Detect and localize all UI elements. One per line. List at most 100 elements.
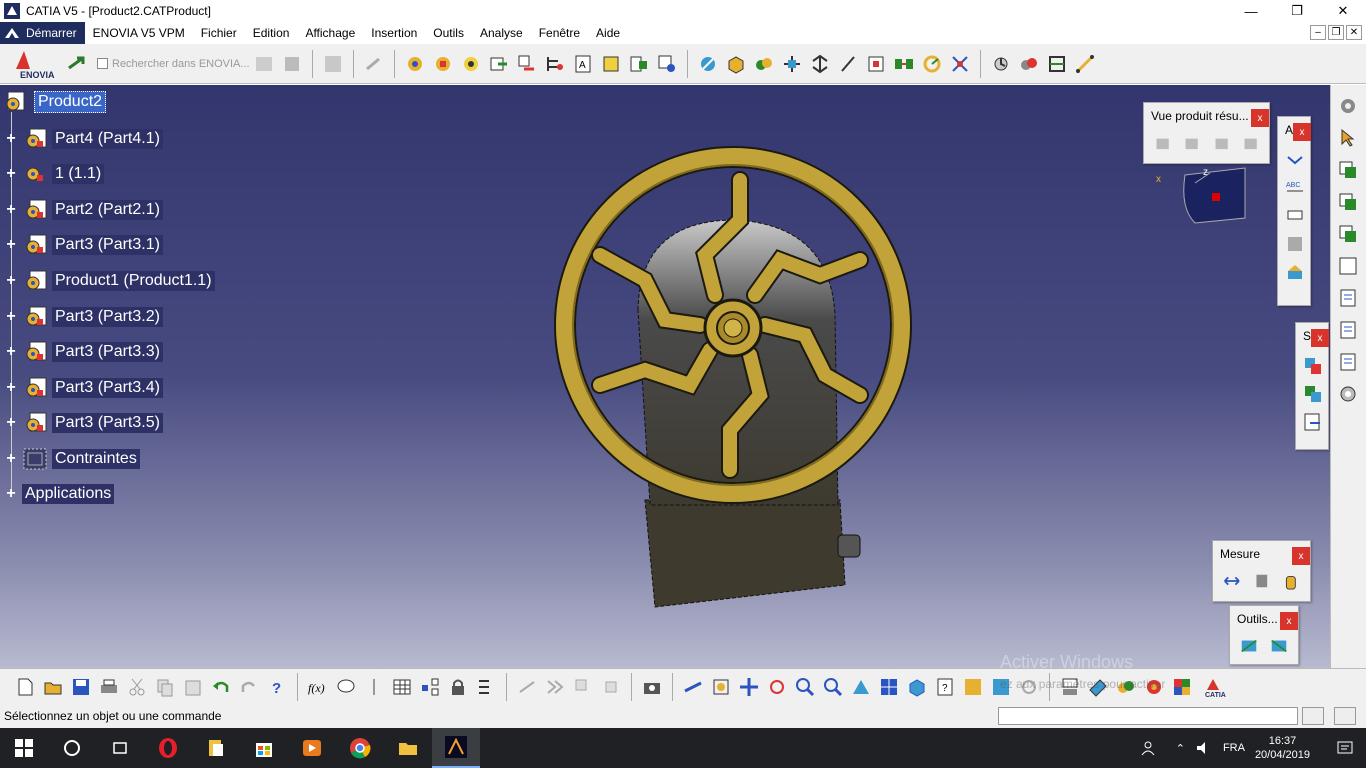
enhanced-scene-icon[interactable] <box>1284 261 1306 283</box>
selective-load-icon[interactable] <box>600 53 622 75</box>
tree-node[interactable]: + Part3 (Part3.5) <box>4 411 163 435</box>
expand-icon[interactable]: + <box>4 485 18 502</box>
expand-icon[interactable]: + <box>4 236 18 253</box>
tree-node[interactable]: + 1 (1.1) <box>4 162 105 186</box>
measure-item-icon[interactable] <box>1252 570 1272 592</box>
snap-icon[interactable] <box>725 53 747 75</box>
menu-enovia[interactable]: ENOVIA V5 VPM <box>85 22 193 44</box>
file-explorer-docs-icon[interactable] <box>192 728 240 768</box>
space-analysis-icon[interactable] <box>1302 355 1324 377</box>
people-icon[interactable] <box>1140 740 1156 756</box>
paste-object-icon[interactable] <box>600 676 622 698</box>
formula-icon[interactable]: f(x) <box>307 676 329 698</box>
tool-rotate-icon[interactable] <box>1269 635 1289 657</box>
search-options-icon[interactable] <box>253 53 275 75</box>
menu-demarrer[interactable]: Démarrer <box>0 22 85 44</box>
menu-fenetre[interactable]: Fenêtre <box>531 22 588 44</box>
fit-all-icon[interactable] <box>710 676 732 698</box>
new-component-icon[interactable] <box>404 53 426 75</box>
speaker-icon[interactable] <box>1195 740 1213 756</box>
palette-close-button[interactable]: x <box>1292 547 1310 565</box>
search-icon[interactable] <box>48 728 96 768</box>
new-product-icon[interactable] <box>432 53 454 75</box>
expand-icon[interactable]: + <box>4 272 18 289</box>
tree-node[interactable]: + Part3 (Part3.1) <box>4 233 163 257</box>
doc-minimize-button[interactable]: – <box>1310 25 1326 40</box>
expand-icon[interactable]: + <box>4 130 18 147</box>
iso-view-icon[interactable] <box>906 676 928 698</box>
measure-inertia-icon[interactable] <box>1281 570 1301 592</box>
tool-wheel-icon[interactable] <box>1239 635 1259 657</box>
expand-icon[interactable]: + <box>4 450 18 467</box>
fast-forward-icon[interactable] <box>544 676 566 698</box>
tree-node[interactable]: + Part3 (Part3.4) <box>4 376 163 400</box>
redo-icon[interactable] <box>238 676 260 698</box>
knowledge-icon[interactable] <box>419 676 441 698</box>
tree-node[interactable]: + Product1 (Product1.1) <box>4 269 215 293</box>
undo-icon[interactable] <box>210 676 232 698</box>
manipulate-icon[interactable] <box>697 53 719 75</box>
product-view-icon[interactable] <box>1153 132 1172 154</box>
clock[interactable]: 16:37 20/04/2019 <box>1255 734 1310 762</box>
publish-icon[interactable] <box>516 676 538 698</box>
menu-outils[interactable]: Outils <box>425 22 472 44</box>
law-icon[interactable] <box>363 676 385 698</box>
parameters-icon[interactable] <box>475 676 497 698</box>
catia-taskbar-icon[interactable] <box>432 728 480 768</box>
comment-icon[interactable] <box>335 676 357 698</box>
measure-between-icon[interactable] <box>1222 570 1242 592</box>
stop-manipulate-on-clash-icon[interactable] <box>809 53 831 75</box>
model-3d-wheel-assembly[interactable] <box>0 85 1330 668</box>
command-button[interactable] <box>1334 707 1356 725</box>
angle-constraint-icon[interactable] <box>921 53 943 75</box>
document-icon[interactable] <box>1337 319 1359 341</box>
command-button[interactable] <box>1302 707 1324 725</box>
maximize-button[interactable]: ❐ <box>1274 0 1320 22</box>
clash-analysis-icon[interactable] <box>1018 53 1040 75</box>
table-icon[interactable] <box>391 676 413 698</box>
update-icon[interactable] <box>990 53 1012 75</box>
doc-close-button[interactable]: ✕ <box>1346 25 1362 40</box>
smart-move-icon[interactable] <box>753 53 775 75</box>
media-player-icon[interactable] <box>288 728 336 768</box>
catalog-icon[interactable] <box>1337 255 1359 277</box>
zoom-in-icon[interactable] <box>794 676 816 698</box>
distance-analysis-icon[interactable] <box>1074 53 1096 75</box>
contact-constraint-icon[interactable] <box>865 53 887 75</box>
document-icon[interactable] <box>1337 351 1359 373</box>
product-view-icon[interactable] <box>1212 132 1231 154</box>
language-indicator[interactable]: FRA <box>1223 742 1245 754</box>
print-icon[interactable] <box>98 676 120 698</box>
catalog-color-icon[interactable] <box>1171 676 1193 698</box>
3d-viewport[interactable]: x z Activer Windows <box>0 85 1330 672</box>
menu-aide[interactable]: Aide <box>588 22 628 44</box>
product-view-icon[interactable] <box>1241 132 1260 154</box>
flag-note-icon[interactable] <box>1284 205 1306 227</box>
distance-band-icon[interactable] <box>1302 411 1324 433</box>
microsoft-store-icon[interactable] <box>240 728 288 768</box>
tree-node-root[interactable]: Product2 <box>4 90 107 114</box>
sectioning-icon[interactable] <box>1046 53 1068 75</box>
new-document-icon[interactable] <box>14 676 36 698</box>
existing-component-icon[interactable] <box>488 53 510 75</box>
paste-icon[interactable] <box>182 676 204 698</box>
task-view-icon[interactable] <box>96 728 144 768</box>
component-green-icon[interactable] <box>1337 191 1359 213</box>
chevron-up-icon[interactable]: ⌃ <box>1176 742 1185 755</box>
palette-close-button[interactable]: x <box>1280 612 1298 630</box>
copy-icon[interactable] <box>154 676 176 698</box>
enovia-search[interactable]: Rechercher dans ENOVIA... <box>97 58 250 70</box>
palette-close-button[interactable]: x <box>1293 123 1311 141</box>
command-input[interactable] <box>998 707 1298 725</box>
menu-edition[interactable]: Edition <box>245 22 298 44</box>
pdm-icon[interactable] <box>322 53 344 75</box>
save-icon[interactable] <box>70 676 92 698</box>
expand-icon[interactable]: + <box>4 379 18 396</box>
component-green-icon[interactable] <box>1337 159 1359 181</box>
rotate-icon[interactable] <box>766 676 788 698</box>
search-checkbox[interactable] <box>97 58 108 69</box>
menu-analyse[interactable]: Analyse <box>472 22 531 44</box>
link-icon[interactable] <box>363 53 385 75</box>
hide-show-icon[interactable]: ? <box>934 676 956 698</box>
chrome-browser-icon[interactable] <box>336 728 384 768</box>
